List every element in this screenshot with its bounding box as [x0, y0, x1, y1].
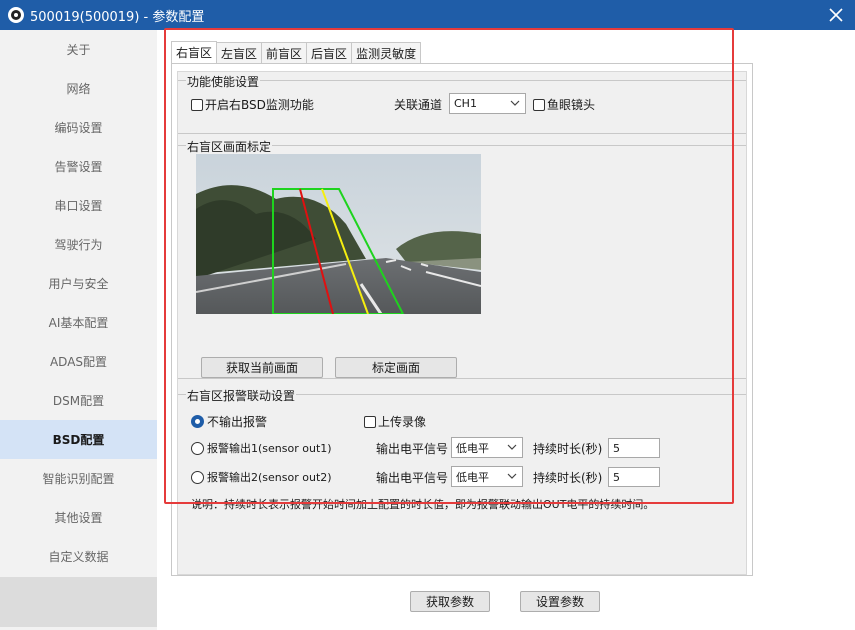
sidebar-footer [0, 577, 157, 627]
level2-select-value: 低电平 [456, 470, 489, 484]
upload-video-label: 上传录像 [378, 415, 427, 429]
tab-right-blind-zone[interactable]: 右盲区 [171, 41, 218, 63]
alarm-linkage-title: 右盲区报警联动设置 [186, 387, 297, 404]
output1-option[interactable]: 报警输出1(sensor out1) [191, 440, 332, 456]
sidebar-item-about[interactable]: 关于 [0, 30, 157, 69]
duration2-label: 持续时长(秒) [533, 471, 603, 485]
level1-select[interactable]: 低电平 [451, 437, 523, 458]
output2-option[interactable]: 报警输出2(sensor out2) [191, 469, 332, 485]
sidebar-item-custom-data[interactable]: 自定义数据 [0, 537, 157, 576]
duration-note: 说明：持续时长表示报警开始时间加上配置的时长值，即为报警联动输出OUT电平的持续… [191, 498, 655, 511]
sidebar-item-other[interactable]: 其他设置 [0, 498, 157, 537]
close-button[interactable] [823, 2, 849, 28]
tab-rear-blind-zone[interactable]: 后盲区 [306, 42, 353, 63]
output2-radio[interactable] [191, 470, 204, 484]
calibrate-frame-button[interactable]: 标定画面 [335, 357, 457, 378]
road-preview-image [196, 154, 481, 314]
duration1-label: 持续时长(秒) [533, 442, 603, 456]
output2-label: 报警输出2(sensor out2) [207, 471, 332, 484]
level2-label: 输出电平信号 [376, 471, 449, 485]
level2-select[interactable]: 低电平 [451, 466, 523, 487]
sidebar-item-ai-basic[interactable]: AI基本配置 [0, 303, 157, 342]
sidebar-item-serial[interactable]: 串口设置 [0, 186, 157, 225]
duration1-input[interactable]: 5 [608, 438, 660, 458]
sidebar-item-dsm[interactable]: DSM配置 [0, 381, 157, 420]
sidebar: 关于 网络 编码设置 告警设置 串口设置 驾驶行为 用户与安全 AI基本配置 A… [0, 30, 157, 630]
close-icon [829, 8, 843, 22]
channel-select[interactable]: CH1 [449, 93, 526, 114]
tab-panel: 功能使能设置 开启右BSD监测功能 关联通道 CH1 鱼眼镜头 右盲区画面标定 [171, 63, 753, 576]
chevron-down-icon [507, 444, 517, 450]
tab-front-blind-zone[interactable]: 前盲区 [261, 42, 308, 63]
level1-select-value: 低电平 [456, 441, 489, 455]
capture-frame-button[interactable]: 获取当前画面 [201, 357, 323, 378]
upload-video-option[interactable]: 上传录像 [364, 413, 426, 430]
tab-bar: 右盲区 左盲区 前盲区 后盲区 监测灵敏度 [171, 41, 422, 63]
enable-bsd-option[interactable]: 开启右BSD监测功能 [191, 96, 314, 113]
tab-sensitivity[interactable]: 监测灵敏度 [351, 42, 422, 63]
title-bar: 500019(500019) - 参数配置 [0, 0, 855, 30]
fisheye-label: 鱼眼镜头 [547, 98, 596, 112]
get-params-button[interactable]: 获取参数 [410, 591, 490, 612]
camera-preview[interactable] [196, 154, 481, 314]
function-enable-title: 功能使能设置 [186, 73, 261, 90]
channel-label: 关联通道 [394, 98, 443, 112]
sidebar-item-network[interactable]: 网络 [0, 69, 157, 108]
no-output-radio[interactable] [191, 415, 204, 428]
fisheye-option[interactable]: 鱼眼镜头 [533, 96, 595, 113]
alarm-linkage-group: 右盲区报警联动设置 不输出报警 上传录像 报警输出1(sensor out1) … [178, 387, 746, 574]
sidebar-item-bsd[interactable]: BSD配置 [0, 420, 157, 459]
main-content: 右盲区 左盲区 前盲区 后盲区 监测灵敏度 功能使能设置 开启右BSD监测功能 … [157, 30, 855, 630]
tab-left-blind-zone[interactable]: 左盲区 [216, 42, 263, 63]
enable-bsd-checkbox[interactable] [191, 98, 203, 111]
chevron-down-icon [507, 473, 517, 479]
settings-area: 功能使能设置 开启右BSD监测功能 关联通道 CH1 鱼眼镜头 右盲区画面标定 [177, 71, 747, 575]
camera-app-icon [8, 7, 24, 23]
enable-bsd-label: 开启右BSD监测功能 [205, 98, 314, 112]
fisheye-checkbox[interactable] [533, 98, 545, 111]
sidebar-item-user-security[interactable]: 用户与安全 [0, 264, 157, 303]
channel-select-value: CH1 [454, 97, 477, 110]
duration2-input[interactable]: 5 [608, 467, 660, 487]
level1-label: 输出电平信号 [376, 442, 449, 456]
output1-label: 报警输出1(sensor out1) [207, 442, 332, 455]
upload-video-checkbox[interactable] [364, 415, 376, 428]
no-output-label: 不输出报警 [207, 415, 268, 429]
set-params-button[interactable]: 设置参数 [520, 591, 600, 612]
sidebar-item-encoding[interactable]: 编码设置 [0, 108, 157, 147]
window-title: 500019(500019) - 参数配置 [30, 9, 205, 25]
function-enable-group: 功能使能设置 开启右BSD监测功能 关联通道 CH1 鱼眼镜头 [178, 73, 746, 134]
no-output-option[interactable]: 不输出报警 [191, 413, 267, 430]
sidebar-item-adas[interactable]: ADAS配置 [0, 342, 157, 381]
calibration-title: 右盲区画面标定 [186, 138, 273, 155]
output1-radio[interactable] [191, 441, 204, 455]
chevron-down-icon [510, 100, 520, 106]
sidebar-item-alarm[interactable]: 告警设置 [0, 147, 157, 186]
sidebar-item-driving[interactable]: 驾驶行为 [0, 225, 157, 264]
sidebar-item-smart-recognition[interactable]: 智能识别配置 [0, 459, 157, 498]
